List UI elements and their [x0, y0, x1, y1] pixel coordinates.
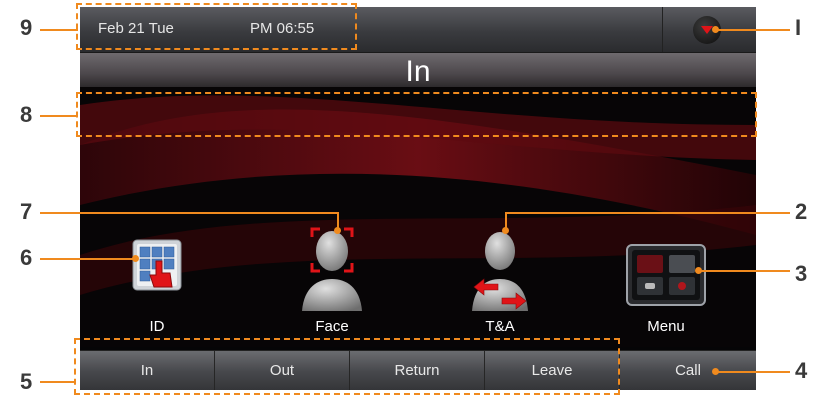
- icon-label-id: ID: [149, 318, 165, 335]
- leader-dot-1: [712, 26, 719, 33]
- id-button[interactable]: [132, 239, 182, 291]
- leader-dot-3: [695, 267, 702, 274]
- callout-6: 6: [20, 245, 33, 270]
- time-attendance-icon: [472, 232, 528, 311]
- callout-2: 2: [795, 199, 808, 224]
- device-screen: Feb 21 Tue PM 06:55 In ID Face T&A Menu …: [80, 7, 756, 390]
- icon-label-menu: Menu: [647, 318, 685, 335]
- mode-title: In: [405, 55, 431, 88]
- callout-1: I: [795, 15, 802, 40]
- leader-line-2: [505, 212, 790, 214]
- callout-3: 3: [795, 261, 808, 286]
- leader-line-6: [40, 258, 136, 260]
- highlight-message-area: [76, 92, 757, 137]
- callout-9: 9: [20, 15, 33, 40]
- ta-button[interactable]: [470, 221, 530, 311]
- leader-dot-4: [712, 368, 719, 375]
- callout-7: 7: [20, 199, 33, 224]
- face-recognition-icon: [302, 227, 362, 311]
- leader-line-1: [716, 29, 790, 31]
- face-button[interactable]: [302, 221, 362, 311]
- leader-line-7: [40, 212, 339, 214]
- icon-label-face: Face: [315, 318, 349, 335]
- highlight-datetime: [76, 3, 357, 50]
- leader-dot-2: [502, 227, 509, 234]
- menu-grid-icon: [626, 244, 706, 306]
- leader-line-5: [40, 381, 76, 383]
- leader-line-9: [40, 29, 78, 31]
- leader-line-4: [716, 371, 790, 373]
- callout-8: 8: [20, 102, 33, 127]
- leader-line-8: [40, 115, 78, 117]
- menu-button[interactable]: [626, 244, 706, 306]
- divider: [662, 7, 663, 52]
- callout-5: 5: [20, 369, 33, 394]
- leader-dot-7: [334, 227, 341, 234]
- callout-4: 4: [795, 358, 808, 383]
- leader-line-3: [698, 270, 790, 272]
- icon-label-ta: T&A: [485, 318, 515, 335]
- highlight-mode-buttons: [74, 338, 620, 395]
- leader-dot-6: [132, 255, 139, 262]
- keypad-icon: [132, 239, 182, 291]
